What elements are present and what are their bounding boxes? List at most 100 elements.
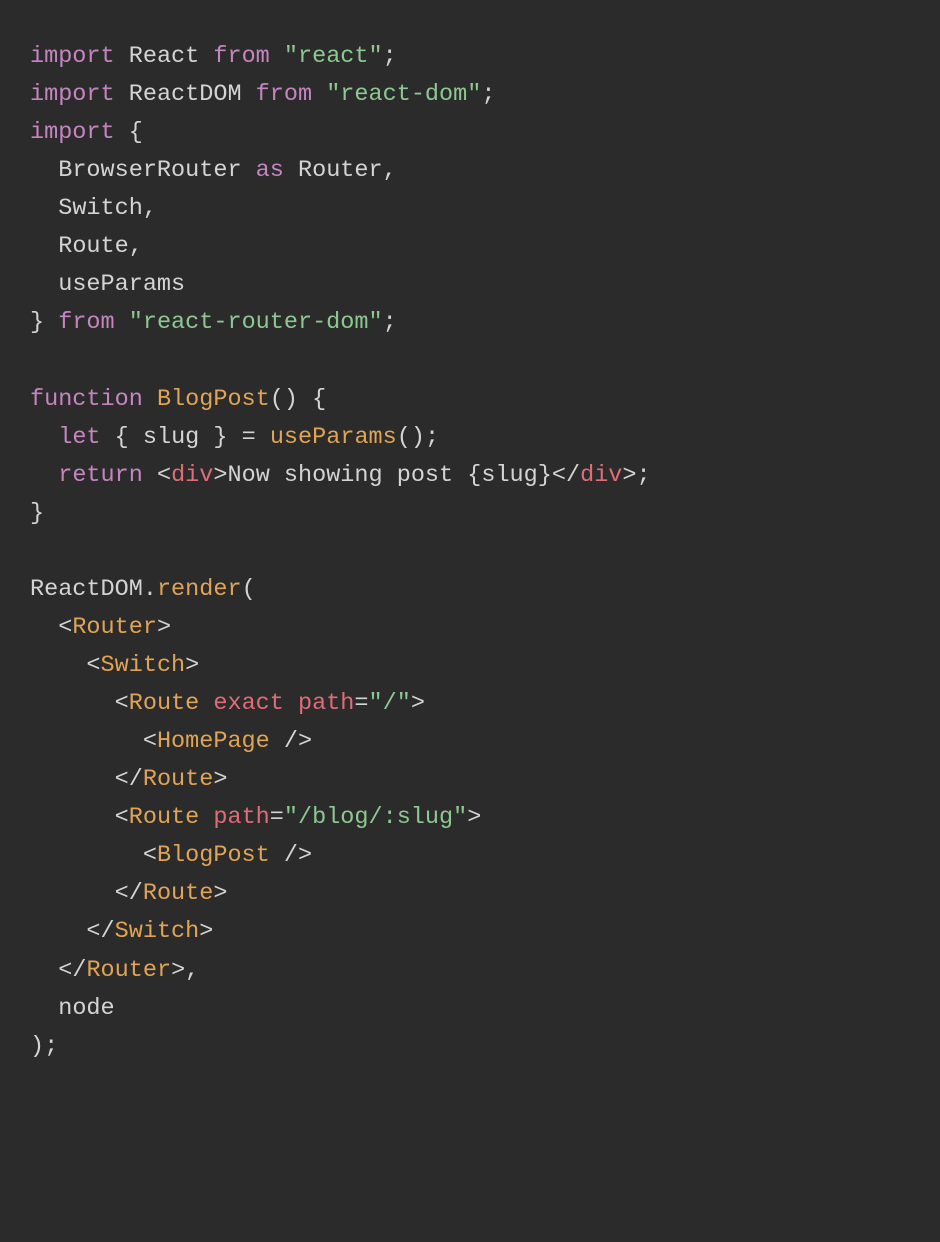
- code-token: Switch: [115, 918, 200, 945]
- code-token: exact: [213, 690, 284, 717]
- code-line: } from "react-router-dom";: [30, 309, 397, 336]
- code-line: import {: [30, 119, 143, 146]
- code-token: <: [115, 804, 129, 831]
- code-token: [199, 690, 213, 717]
- code-line: <Switch>: [30, 652, 199, 679]
- code-token: [30, 842, 143, 869]
- code-token: .: [143, 576, 157, 603]
- code-token: [30, 957, 58, 984]
- code-line: Route,: [30, 233, 143, 260]
- code-token: slug: [143, 424, 199, 451]
- code-token: />: [270, 842, 312, 869]
- code-token: [101, 424, 115, 451]
- code-token: ,: [143, 195, 157, 222]
- code-token: {: [467, 462, 481, 489]
- code-token: {: [115, 424, 129, 451]
- code-token: node: [58, 995, 114, 1022]
- code-token: import: [30, 43, 115, 70]
- code-line: );: [30, 1033, 58, 1060]
- code-token: ReactDOM: [30, 576, 143, 603]
- code-token: let: [58, 424, 100, 451]
- code-token: =: [270, 804, 284, 831]
- code-token: [30, 614, 58, 641]
- code-token: [30, 424, 58, 451]
- code-token: ): [30, 1033, 44, 1060]
- code-token: [115, 309, 129, 336]
- code-token: Route: [129, 690, 200, 717]
- code-token: [30, 728, 143, 755]
- code-token: "react-router-dom": [129, 309, 383, 336]
- code-token: import: [30, 119, 115, 146]
- code-token: Router: [86, 957, 171, 984]
- code-line: BrowserRouter as Router,: [30, 157, 397, 184]
- code-line: </Switch>: [30, 918, 213, 945]
- code-token: [143, 462, 157, 489]
- code-token: "react-dom": [326, 81, 481, 108]
- code-token: [199, 804, 213, 831]
- code-token: >: [171, 957, 185, 984]
- code-token: <: [86, 652, 100, 679]
- code-token: >: [411, 690, 425, 717]
- code-token: (): [270, 386, 298, 413]
- code-token: React: [129, 43, 200, 70]
- code-token: }: [30, 309, 44, 336]
- code-token: {: [312, 386, 326, 413]
- code-token: [129, 424, 143, 451]
- code-token: [242, 81, 256, 108]
- code-token: [30, 462, 58, 489]
- code-token: return: [58, 462, 143, 489]
- code-token: }: [30, 500, 44, 527]
- code-token: Route: [143, 766, 214, 793]
- code-token: <: [143, 842, 157, 869]
- code-token: BrowserRouter: [58, 157, 241, 184]
- code-token: <: [115, 690, 129, 717]
- code-token: [30, 271, 58, 298]
- code-token: [44, 309, 58, 336]
- code-token: (: [242, 576, 256, 603]
- code-token: }: [213, 424, 227, 451]
- code-line: <BlogPost />: [30, 842, 312, 869]
- code-token: <: [143, 728, 157, 755]
- code-token: ;: [44, 1033, 58, 1060]
- code-token: =: [242, 424, 256, 451]
- code-token: (): [397, 424, 425, 451]
- code-token: [270, 43, 284, 70]
- code-token: [199, 424, 213, 451]
- code-token: [115, 43, 129, 70]
- code-token: >: [157, 614, 171, 641]
- code-token: [30, 690, 115, 717]
- code-line: </Router>,: [30, 957, 199, 984]
- code-token: ;: [425, 424, 439, 451]
- code-token: slug: [481, 462, 537, 489]
- code-token: Now showing post: [227, 462, 467, 489]
- code-token: path: [213, 804, 269, 831]
- code-token: >: [213, 462, 227, 489]
- code-token: [30, 880, 115, 907]
- code-block: import React from "react"; import ReactD…: [0, 0, 940, 1104]
- code-line: return <div>Now showing post {slug}</div…: [30, 462, 651, 489]
- code-line: }: [30, 500, 44, 527]
- code-token: div: [580, 462, 622, 489]
- code-token: BlogPost: [157, 386, 270, 413]
- code-token: >: [467, 804, 481, 831]
- code-line: let { slug } = useParams();: [30, 424, 439, 451]
- code-token: Switch: [58, 195, 143, 222]
- code-token: BlogPost: [157, 842, 270, 869]
- code-token: </: [115, 880, 143, 907]
- code-token: ,: [129, 233, 143, 260]
- code-token: ReactDOM: [129, 81, 242, 108]
- code-token: >: [622, 462, 636, 489]
- code-token: useParams: [58, 271, 185, 298]
- code-line: <Route exact path="/">: [30, 690, 425, 717]
- code-token: Route: [129, 804, 200, 831]
- code-token: <: [157, 462, 171, 489]
- code-token: [298, 386, 312, 413]
- code-token: </: [86, 918, 114, 945]
- code-token: }: [538, 462, 552, 489]
- code-token: />: [270, 728, 312, 755]
- code-token: from: [213, 43, 269, 70]
- code-token: render: [157, 576, 242, 603]
- code-token: [30, 804, 115, 831]
- code-token: Route: [143, 880, 214, 907]
- code-token: </: [58, 957, 86, 984]
